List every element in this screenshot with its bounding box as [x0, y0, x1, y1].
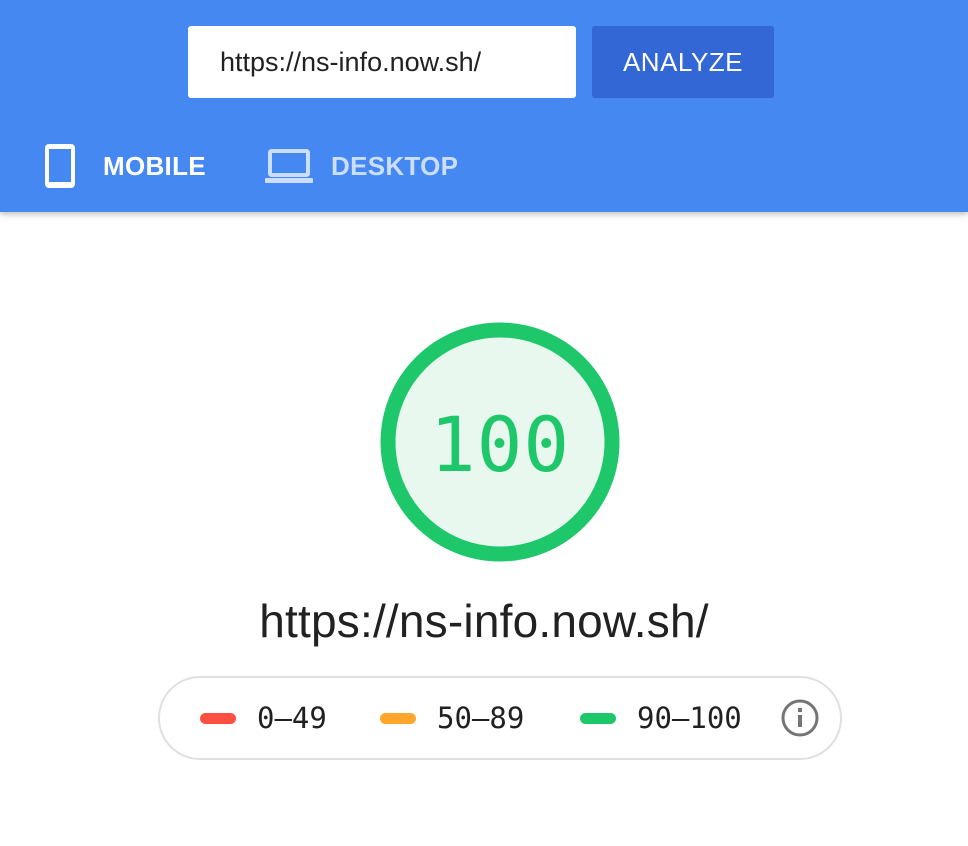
analyzed-url: https://ns-info.now.sh/ — [259, 595, 709, 647]
score-gauge: 100 — [380, 322, 620, 562]
legend-label-fail: 0–49 — [257, 701, 327, 735]
tab-mobile-label: MOBILE — [103, 150, 206, 181]
legend-label-pass: 90–100 — [637, 701, 742, 735]
legend-item-fail: 0–49 — [200, 678, 327, 758]
legend-swatch-fail — [200, 712, 236, 724]
score-value: 100 — [429, 399, 571, 489]
header-bar: ANALYZE MOBILE DESKTOP — [0, 0, 968, 212]
legend-item-average: 50–89 — [380, 678, 524, 758]
phone-icon — [44, 144, 76, 188]
score-legend: 0–49 50–89 90–100 — [158, 676, 842, 760]
laptop-icon — [264, 149, 314, 183]
info-icon[interactable] — [780, 698, 820, 738]
legend-swatch-average — [380, 712, 416, 724]
tab-mobile[interactable]: MOBILE — [44, 140, 206, 192]
legend-label-average: 50–89 — [437, 701, 525, 735]
tab-desktop-label: DESKTOP — [331, 150, 459, 181]
legend-swatch-pass — [580, 712, 616, 724]
url-input[interactable] — [188, 26, 576, 98]
legend-item-pass: 90–100 — [580, 678, 742, 758]
tab-desktop[interactable]: DESKTOP — [264, 140, 458, 192]
analyze-button[interactable]: ANALYZE — [592, 26, 774, 98]
